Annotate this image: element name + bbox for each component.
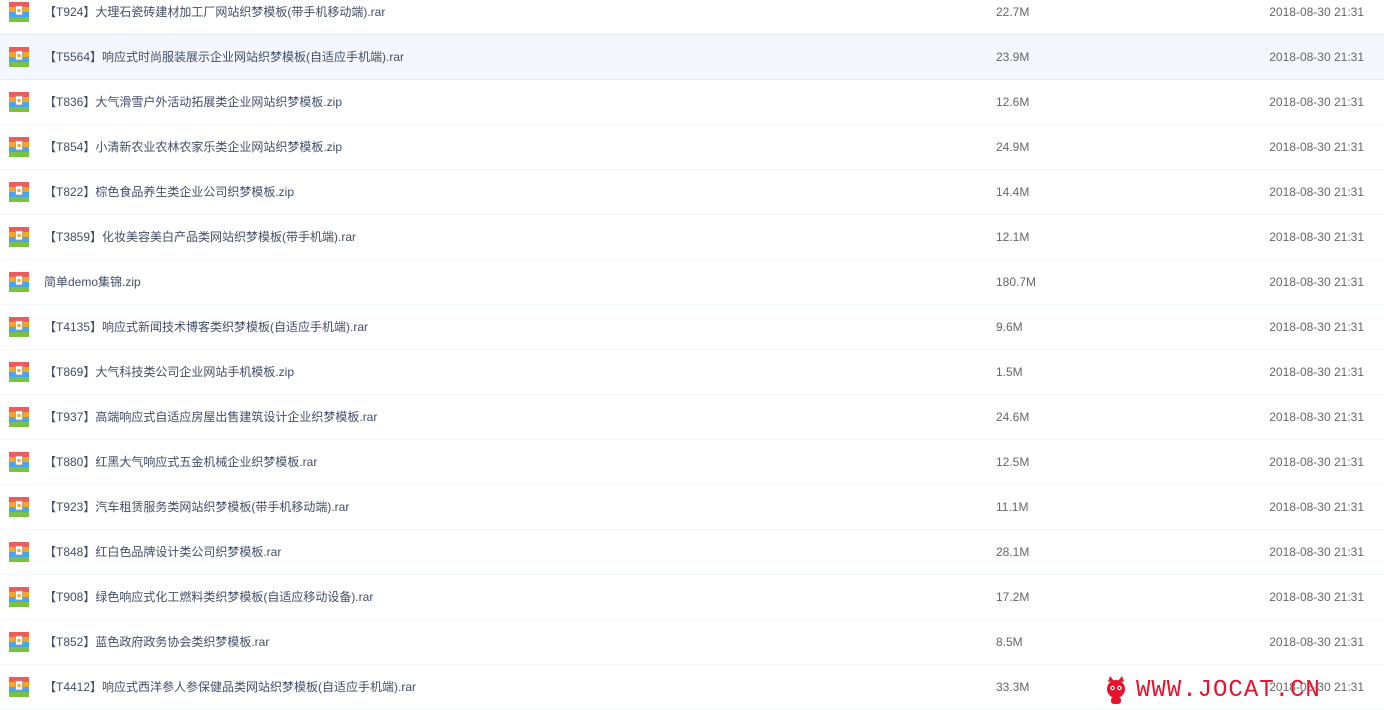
file-size: 24.6M [996,410,1030,424]
file-modified-date: 2018-08-30 21:31 [1269,5,1364,19]
file-name-link[interactable]: 【T4412】响应式西洋参人参保健品类网站织梦模板(自适应手机端).rar [44,665,416,709]
file-size: 180.7M [996,275,1037,289]
file-size: 22.7M [996,5,1030,19]
file-row[interactable]: 【T852】蓝色政府政务协会类织梦模板.rar 8.5M 2018-08-30 … [0,620,1384,665]
archive-file-icon [9,497,29,517]
archive-file-icon [9,632,29,652]
archive-file-icon [9,677,29,697]
archive-file-icon [9,137,29,157]
file-name-link[interactable]: 【T937】高端响应式自适应房屋出售建筑设计企业织梦模板.rar [44,395,377,439]
file-name-link[interactable]: 【T836】大气滑雪户外活动拓展类企业网站织梦模板.zip [44,80,342,124]
watermark-text: WWW.JOCAT.CN [1136,677,1321,704]
file-name-link[interactable]: 【T923】汽车租赁服务类网站织梦模板(带手机移动端).rar [44,485,349,529]
file-modified-date: 2018-08-30 21:31 [1269,230,1364,244]
file-name-link[interactable]: 【T3859】化妆美容美白产品类网站织梦模板(带手机端).rar [44,215,356,259]
file-size: 17.2M [996,590,1030,604]
file-name-link[interactable]: 【T908】绿色响应式化工燃料类织梦模板(自适应移动设备).rar [44,575,373,619]
file-name-link[interactable]: 【T852】蓝色政府政务协会类织梦模板.rar [44,620,269,664]
archive-file-icon [9,452,29,472]
file-modified-date: 2018-08-30 21:31 [1269,500,1364,514]
file-row[interactable]: 【T937】高端响应式自适应房屋出售建筑设计企业织梦模板.rar 24.6M 2… [0,395,1384,440]
file-row[interactable]: 【T836】大气滑雪户外活动拓展类企业网站织梦模板.zip 12.6M 2018… [0,80,1384,125]
archive-file-icon [9,272,29,292]
file-row[interactable]: 【T4135】响应式新闻技术博客类织梦模板(自适应手机端).rar 9.6M 2… [0,305,1384,350]
archive-file-icon [9,317,29,337]
file-row[interactable]: 【T822】棕色食品养生类企业公司织梦模板.zip 14.4M 2018-08-… [0,170,1384,215]
archive-file-icon [9,407,29,427]
file-modified-date: 2018-08-30 21:31 [1269,185,1364,199]
archive-file-icon [9,362,29,382]
file-size: 1.5M [996,365,1023,379]
file-modified-date: 2018-08-30 21:31 [1269,275,1364,289]
file-size: 12.6M [996,95,1030,109]
file-modified-date: 2018-08-30 21:31 [1269,95,1364,109]
file-modified-date: 2018-08-30 21:31 [1269,140,1364,154]
file-row[interactable]: 【T869】大气科技类公司企业网站手机模板.zip 1.5M 2018-08-3… [0,350,1384,395]
file-size: 11.1M [996,500,1029,514]
file-size: 8.5M [996,635,1023,649]
file-name-link[interactable]: 【T854】小清新农业农林农家乐类企业网站织梦模板.zip [44,125,342,169]
file-name-link[interactable]: 简单demo集锦.zip [44,260,141,304]
file-modified-date: 2018-08-30 21:31 [1269,545,1364,559]
file-name-link[interactable]: 【T924】大理石瓷砖建材加工厂网站织梦模板(带手机移动端).rar [44,0,385,34]
file-modified-date: 2018-08-30 21:31 [1269,365,1364,379]
file-row[interactable]: 【T924】大理石瓷砖建材加工厂网站织梦模板(带手机移动端).rar 22.7M… [0,0,1384,35]
file-size: 12.1M [996,230,1030,244]
file-row[interactable]: 【T848】红白色品牌设计类公司织梦模板.rar 28.1M 2018-08-3… [0,530,1384,575]
archive-file-icon [9,227,29,247]
file-size: 23.9M [996,50,1030,64]
file-size: 33.3M [996,680,1030,694]
file-row[interactable]: 【T5564】响应式时尚服装展示企业网站织梦模板(自适应手机端).rar 23.… [0,34,1384,80]
file-size: 14.4M [996,185,1030,199]
archive-file-icon [9,542,29,562]
archive-file-icon [9,587,29,607]
file-row[interactable]: 【T880】红黑大气响应式五金机械企业织梦模板.rar 12.5M 2018-0… [0,440,1384,485]
file-modified-date: 2018-08-30 21:31 [1269,50,1364,64]
archive-file-icon [9,2,29,22]
file-name-link[interactable]: 【T848】红白色品牌设计类公司织梦模板.rar [44,530,281,574]
archive-file-icon [9,92,29,112]
file-name-link[interactable]: 【T5564】响应式时尚服装展示企业网站织梦模板(自适应手机端).rar [44,35,404,79]
file-row[interactable]: 【T923】汽车租赁服务类网站织梦模板(带手机移动端).rar 11.1M 20… [0,485,1384,530]
file-row[interactable]: 【T908】绿色响应式化工燃料类织梦模板(自适应移动设备).rar 17.2M … [0,575,1384,620]
file-size: 9.6M [996,320,1023,334]
file-size: 24.9M [996,140,1030,154]
file-size: 12.5M [996,455,1030,469]
site-watermark: WWW.JOCAT.CN [1102,674,1384,708]
file-name-link[interactable]: 【T869】大气科技类公司企业网站手机模板.zip [44,350,294,394]
archive-file-icon [9,182,29,202]
file-name-link[interactable]: 【T822】棕色食品养生类企业公司织梦模板.zip [44,170,294,214]
file-name-link[interactable]: 【T4135】响应式新闻技术博客类织梦模板(自适应手机端).rar [44,305,368,349]
file-modified-date: 2018-08-30 21:31 [1269,590,1364,604]
cat-logo-icon [1107,676,1125,704]
file-modified-date: 2018-08-30 21:31 [1269,320,1364,334]
file-modified-date: 2018-08-30 21:31 [1269,455,1364,469]
file-size: 28.1M [996,545,1030,559]
file-modified-date: 2018-08-30 21:31 [1269,635,1364,649]
file-row[interactable]: 【T3859】化妆美容美白产品类网站织梦模板(带手机端).rar 12.1M 2… [0,215,1384,260]
file-name-link[interactable]: 【T880】红黑大气响应式五金机械企业织梦模板.rar [44,440,317,484]
file-row[interactable]: 简单demo集锦.zip 180.7M 2018-08-30 21:31 [0,260,1384,305]
archive-file-icon [9,47,29,67]
file-row[interactable]: 【T854】小清新农业农林农家乐类企业网站织梦模板.zip 24.9M 2018… [0,125,1384,170]
file-list: 【T924】大理石瓷砖建材加工厂网站织梦模板(带手机移动端).rar 22.7M… [0,0,1384,710]
file-modified-date: 2018-08-30 21:31 [1269,410,1364,424]
